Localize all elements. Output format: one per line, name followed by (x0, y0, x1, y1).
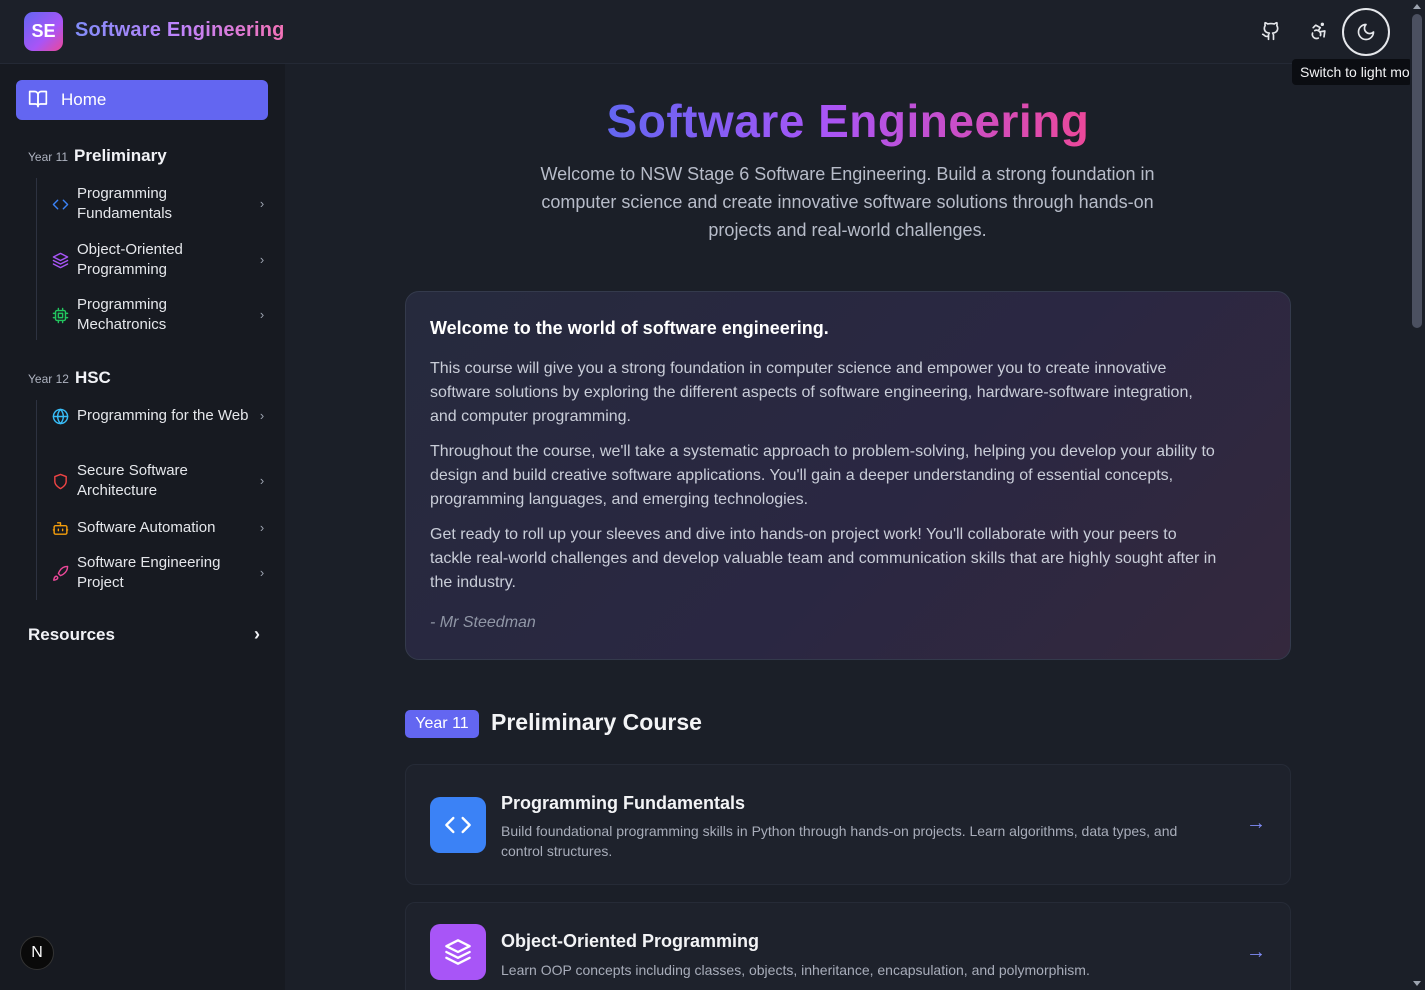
scroll-down-icon[interactable] (1413, 981, 1421, 986)
sidebar-item-programming-for-the-web[interactable]: Programming for the Web › (52, 406, 268, 426)
sidebar-item-object-oriented-programming[interactable]: Object-Oriented Programming › (52, 240, 268, 280)
chevron-right-icon: › (259, 408, 265, 423)
welcome-heading: Welcome to the world of software enginee… (430, 318, 829, 338)
moon-icon (1357, 23, 1375, 41)
shield-icon (52, 473, 69, 490)
code-icon (52, 196, 69, 213)
theme-toggle-button[interactable] (1342, 8, 1390, 56)
chevron-right-icon: › (259, 196, 265, 211)
sidebar-item-software-automation[interactable]: Software Automation › (52, 518, 268, 538)
course-title: Programming Fundamentals (501, 793, 746, 813)
logo-badge[interactable]: SE (24, 12, 63, 51)
welcome-paragraph: Get ready to roll up your sleeves and di… (430, 526, 1217, 591)
nextjs-badge[interactable]: N (20, 936, 54, 970)
chevron-right-icon: › (259, 520, 265, 535)
sidebar-item-label: Secure Software Architecture (77, 462, 188, 499)
chevron-right-icon: › (259, 473, 265, 488)
page-title-text: Software Engineering (606, 95, 1090, 147)
welcome-card: Welcome to the world of software enginee… (405, 291, 1291, 660)
section-name: Preliminary (74, 146, 167, 165)
year-badge: Year 11 (405, 710, 479, 738)
sidebar-item-secure-software-architecture[interactable]: Secure Software Architecture › (52, 461, 268, 501)
brand-title[interactable]: Software Engineering (75, 19, 285, 42)
chevron-right-icon: › (259, 307, 265, 322)
sidebar-item-label: Software Automation (77, 519, 216, 536)
section-head-preliminary: Year 11 Preliminary (28, 146, 167, 166)
accessibility-icon[interactable] (1304, 16, 1334, 46)
page-subtitle: Welcome to NSW Stage 6 Software Engineer… (540, 164, 1155, 240)
globe-icon (52, 408, 69, 425)
sidebar-item-programming-mechatronics[interactable]: Programming Mechatronics › (52, 295, 268, 335)
layers-icon (430, 924, 486, 980)
github-icon[interactable] (1256, 16, 1286, 46)
section-name: HSC (74, 368, 111, 387)
sidebar-item-programming-fundamentals[interactable]: Programming Fundamentals › (52, 184, 268, 224)
welcome-paragraph: Throughout the course, we'll take a syst… (430, 443, 1215, 508)
course-card-object-oriented-programming[interactable]: Object-Oriented Programming Learn OOP co… (405, 902, 1291, 990)
chevron-right-icon: › (254, 624, 260, 644)
top-header: SE Software Engineering (0, 0, 1425, 64)
sidebar-home-button[interactable]: Home (16, 80, 268, 120)
layers-icon (52, 252, 69, 269)
arrow-right-icon: → (1246, 941, 1266, 963)
sidebar-item-label: Programming Mechatronics (77, 296, 168, 333)
course-description: Learn OOP concepts including classes, ob… (501, 962, 1090, 978)
course-card-programming-fundamentals[interactable]: Programming Fundamentals Build foundatio… (405, 764, 1291, 885)
course-description: Build foundational programming skills in… (501, 823, 1178, 859)
scroll-up-icon[interactable] (1413, 4, 1421, 9)
arrow-right-icon: → (1246, 812, 1266, 834)
section-year: Year 12 (28, 372, 69, 386)
sidebar-item-label: Software Engineering Project (77, 554, 221, 591)
code-icon (430, 797, 486, 853)
page-title: Software Engineering (405, 94, 1291, 148)
sidebar-item-label: Programming Fundamentals (77, 185, 173, 222)
course-section-heading: Preliminary Course (491, 709, 702, 735)
sidebar-item-label: Programming for the Web (77, 407, 249, 424)
course-title: Object-Oriented Programming (501, 931, 760, 951)
bot-icon (52, 520, 69, 537)
section-year: Year 11 (28, 150, 69, 164)
chevron-right-icon: › (259, 565, 265, 580)
sidebar-item-software-engineering-project[interactable]: Software Engineering Project › (52, 553, 268, 593)
welcome-paragraph: This course will give you a strong found… (430, 360, 1193, 425)
tree-line (36, 178, 37, 340)
scrollbar-thumb[interactable] (1412, 14, 1422, 328)
sidebar-item-label: Object-Oriented Programming (77, 241, 183, 278)
tree-line (36, 400, 37, 600)
book-open-icon (28, 89, 50, 111)
sidebar-item-resources[interactable]: Resources › (28, 624, 260, 645)
chevron-right-icon: › (259, 252, 265, 267)
rocket-icon (52, 565, 69, 582)
sidebar-home-label: Home (61, 90, 107, 109)
sidebar-resources-label: Resources (28, 624, 115, 644)
cpu-icon (52, 307, 69, 324)
theme-tooltip: Switch to light mode (1292, 59, 1412, 85)
section-head-hsc: Year 12 HSC (28, 368, 111, 388)
welcome-signature: - Mr Steedman (430, 614, 536, 631)
sidebar: Home Year 11 Preliminary Programming Fun… (0, 64, 285, 990)
